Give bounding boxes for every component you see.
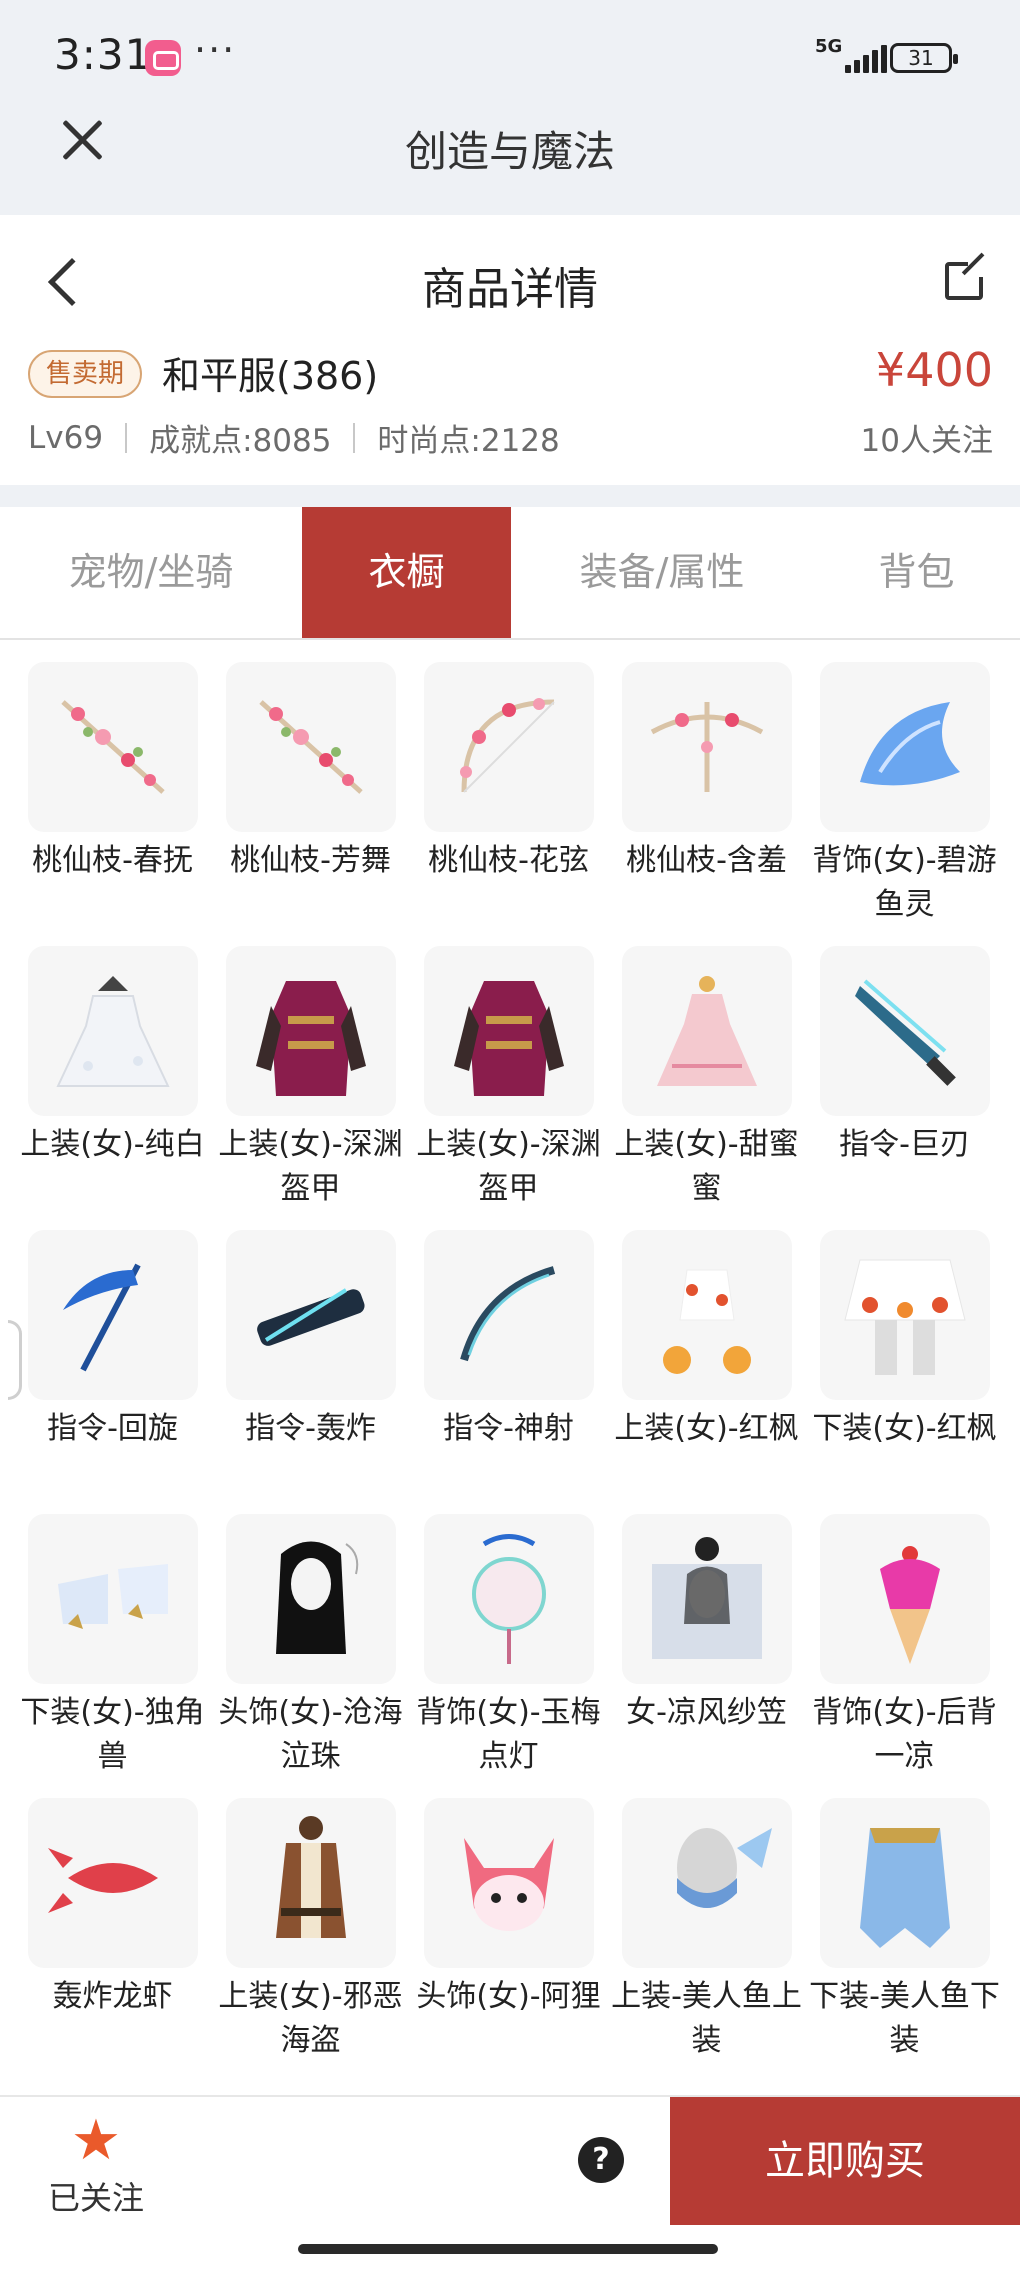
- wardrobe-item-label: 上装(女)-邪恶海盗: [218, 1979, 403, 2058]
- battery-icon: 31: [890, 43, 958, 73]
- home-indicator: [298, 2244, 718, 2254]
- mermaid-top-icon: [622, 1798, 792, 1968]
- star-icon: ★: [70, 2108, 122, 2173]
- share-icon[interactable]: [945, 257, 988, 300]
- meta-divider: [353, 422, 356, 453]
- fox-head-icon: [424, 1798, 594, 1968]
- wardrobe-item-label: 背饰(女)-后背一凉: [812, 1695, 997, 1774]
- maple-skirt-icon: [820, 1230, 990, 1400]
- tab-pets-mounts[interactable]: 宠物/坐骑: [0, 507, 302, 638]
- peach-branch-icon: [28, 662, 198, 832]
- tab-equipment[interactable]: 装备/属性: [511, 507, 813, 638]
- pink-dress-icon: [622, 946, 792, 1116]
- achievement-text: 成就点:8085: [149, 423, 332, 459]
- category-tabs: 宠物/坐骑 衣橱 装备/属性 背包: [0, 507, 1020, 640]
- wardrobe-item-label: 上装(女)-红枫: [614, 1411, 799, 1446]
- wardrobe-item-label: 头饰(女)-阿狸: [416, 1979, 601, 2014]
- app-top-bar: 3:31 ··· 5G 31 创造与魔法: [0, 0, 1020, 215]
- app-title: 创造与魔法: [404, 127, 615, 176]
- wardrobe-item-label: 上装(女)-甜蜜蜜: [614, 1127, 799, 1206]
- blue-fish-wing-icon: [820, 662, 990, 832]
- status-badge: 售卖期: [28, 350, 143, 398]
- wardrobe-item-label: 下装(女)-独角兽: [20, 1695, 205, 1774]
- wardrobe-item-label: 背饰(女)-碧游鱼灵: [812, 843, 997, 922]
- wardrobe-item-label: 指令-巨刃: [839, 1127, 970, 1162]
- bottom-action-bar: ★ 已关注 ? 立即购买: [0, 2095, 1020, 2270]
- unicorn-boots-icon: [28, 1514, 198, 1684]
- product-price: ¥400: [875, 343, 993, 397]
- wardrobe-item-label: 指令-回旋: [47, 1411, 178, 1446]
- signal-icon: [845, 45, 890, 73]
- tab-wardrobe[interactable]: 衣橱: [302, 507, 511, 638]
- wardrobe-item-label: 背饰(女)-玉梅点灯: [416, 1695, 601, 1774]
- wardrobe-item-label: 上装-美人鱼上装: [611, 1979, 802, 2058]
- wardrobe-item-label: 桃仙枝-芳舞: [230, 843, 391, 878]
- ice-cream-icon: [820, 1514, 990, 1684]
- bilibili-app-icon: [145, 40, 181, 76]
- followers-count: 10人关注: [860, 423, 993, 459]
- wardrobe-item-label: 指令-神射: [443, 1411, 574, 1446]
- giant-blade-icon: [820, 946, 990, 1116]
- level-text: Lv69: [28, 419, 104, 456]
- meta-divider: [125, 422, 128, 453]
- wardrobe-item-label: 下装(女)-红枫: [812, 1411, 997, 1446]
- fashion-text: 时尚点:2128: [377, 423, 560, 459]
- product-header-card: 商品详情 售卖期 和平服(386) ¥400 Lv69 成就点:8085 时尚点…: [0, 215, 1020, 485]
- peach-branch-icon: [226, 662, 396, 832]
- wardrobe-item-label: 桃仙枝-春抚: [32, 843, 193, 878]
- wardrobe-item-label: 头饰(女)-沧海泣珠: [218, 1695, 403, 1774]
- white-dress-icon: [28, 946, 198, 1116]
- wardrobe-item-label: 下装-美人鱼下装: [809, 1979, 1000, 2058]
- mermaid-bottom-icon: [820, 1798, 990, 1968]
- wardrobe-item-label: 桃仙枝-花弦: [428, 843, 589, 878]
- wardrobe-item-label: 指令-轰炸: [245, 1411, 376, 1446]
- follow-label: 已关注: [47, 2179, 144, 2217]
- cannon-icon: [226, 1230, 396, 1400]
- help-icon[interactable]: ?: [578, 2137, 624, 2183]
- wardrobe-item-label: 轰炸龙虾: [52, 1979, 173, 2014]
- veil-hat-icon: [622, 1514, 792, 1684]
- bow-blue-icon: [424, 1230, 594, 1400]
- lantern-icon: [424, 1514, 594, 1684]
- maple-top-icon: [622, 1230, 792, 1400]
- product-meta: Lv69 成就点:8085 时尚点:2128: [28, 415, 560, 460]
- pirate-coat-icon: [226, 1798, 396, 1968]
- abyss-armor-icon: [424, 946, 594, 1116]
- hair-head-icon: [226, 1514, 396, 1684]
- wardrobe-item-label: 上装(女)-深渊盔甲: [218, 1127, 403, 1206]
- status-more-dots: ···: [194, 28, 237, 72]
- tab-backpack[interactable]: 背包: [813, 507, 1020, 638]
- page-title: 商品详情: [422, 264, 598, 315]
- peach-crossbow-icon: [622, 662, 792, 832]
- wardrobe-grid: 桃仙枝-春抚 桃仙枝-芳舞 桃仙枝-花弦 桃仙枝-含羞 背饰(女)-碧游鱼灵上装(女)-…: [0, 640, 1020, 2095]
- side-handle[interactable]: [8, 1320, 22, 1400]
- wardrobe-item-label: 上装(女)-纯白: [20, 1127, 205, 1162]
- product-name: 和平服(386): [162, 354, 379, 398]
- follow-button[interactable]: ★ 已关注: [46, 2111, 146, 2219]
- peach-bow-icon: [424, 662, 594, 832]
- buy-now-button[interactable]: 立即购买: [670, 2097, 1020, 2225]
- abyss-armor-icon: [226, 946, 396, 1116]
- wardrobe-item-label: 女-凉风纱笠: [626, 1695, 787, 1730]
- status-time: 3:31: [54, 30, 153, 79]
- wardrobe-item-label: 上装(女)-深渊盔甲: [416, 1127, 601, 1206]
- scythe-icon: [28, 1230, 198, 1400]
- wardrobe-item-label: 桃仙枝-含羞: [626, 843, 787, 878]
- network-label: 5G: [815, 36, 843, 57]
- lobster-icon: [28, 1798, 198, 1968]
